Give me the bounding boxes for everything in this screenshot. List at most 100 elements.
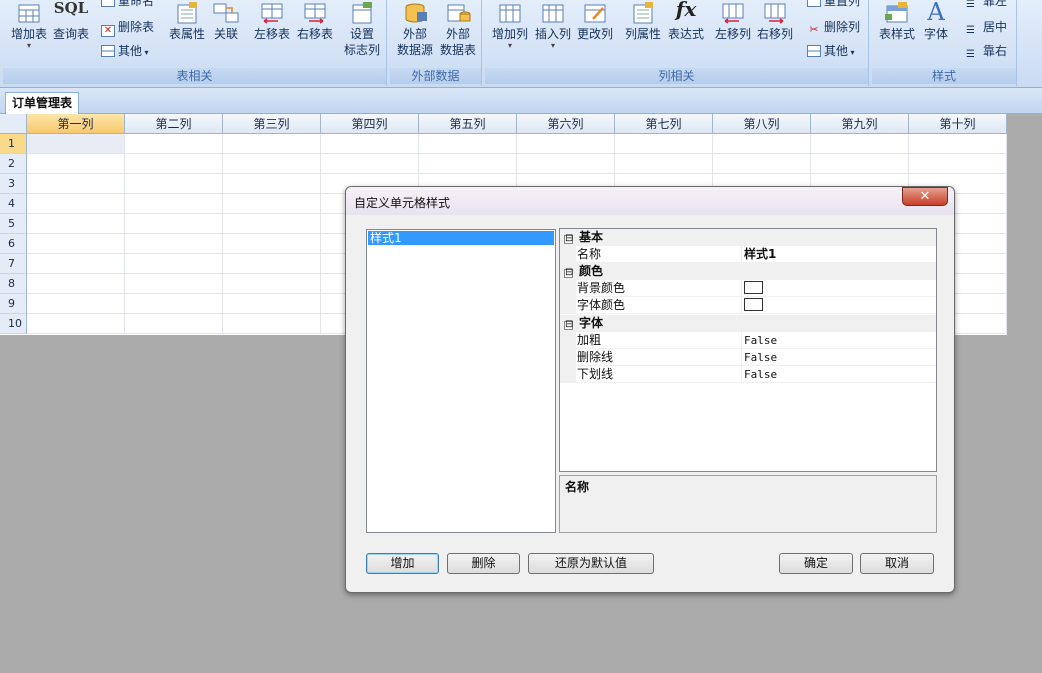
table-style-button[interactable]: 表样式 — [876, 0, 918, 42]
grid-cell[interactable] — [321, 134, 419, 154]
reset-column-button[interactable]: 重置列 — [807, 0, 860, 10]
collapse-icon[interactable]: ⊟ — [564, 320, 573, 330]
grid-cell[interactable] — [125, 214, 223, 234]
column-header[interactable]: 第四列 — [321, 114, 419, 134]
delete-table-button[interactable]: ✕ 删除表 — [101, 18, 154, 37]
grid-cell[interactable] — [27, 154, 125, 174]
move-table-left-button[interactable]: 左移表 — [253, 0, 291, 42]
grid-cell[interactable] — [125, 314, 223, 334]
move-column-right-button[interactable]: 右移列 — [755, 0, 795, 42]
insert-column-button[interactable]: 插入列 ▾ — [532, 0, 574, 50]
table-props-button[interactable]: 表属性 — [166, 0, 208, 42]
change-column-button[interactable]: 更改列 — [574, 0, 616, 42]
grid-cell[interactable] — [223, 274, 321, 294]
grid-cell[interactable] — [223, 174, 321, 194]
grid-cell[interactable] — [125, 294, 223, 314]
grid-cell[interactable] — [27, 194, 125, 214]
grid-cell[interactable] — [27, 234, 125, 254]
ok-button[interactable]: 确定 — [779, 553, 853, 574]
query-table-button[interactable]: SQL 查询表 — [51, 0, 91, 42]
grid-cell[interactable] — [125, 134, 223, 154]
grid-cell[interactable] — [27, 314, 125, 334]
column-header[interactable]: 第一列 — [27, 114, 125, 134]
property-row-underline[interactable]: 下划线 False — [560, 366, 936, 383]
grid-cell[interactable] — [223, 314, 321, 334]
grid-cell[interactable] — [419, 134, 517, 154]
external-source-button[interactable]: 外部 数据源 — [394, 0, 436, 58]
category-color[interactable]: ⊟ 颜色 — [560, 263, 936, 280]
row-header[interactable]: 9 — [0, 294, 27, 314]
column-header[interactable]: 第五列 — [419, 114, 517, 134]
move-column-left-button[interactable]: 左移列 — [713, 0, 753, 42]
grid-cell[interactable] — [125, 234, 223, 254]
property-value[interactable]: 样式1 — [741, 246, 936, 263]
row-header[interactable]: 2 — [0, 154, 27, 174]
grid-cell[interactable] — [125, 174, 223, 194]
grid-cell[interactable] — [909, 154, 1007, 174]
grid-cell[interactable] — [223, 254, 321, 274]
close-button[interactable]: ✕ — [902, 187, 948, 206]
reset-default-button[interactable]: 还原为默认值 — [528, 553, 654, 574]
delete-button[interactable]: 删除 — [447, 553, 520, 574]
font-color-swatch[interactable] — [744, 298, 763, 311]
row-header[interactable]: 7 — [0, 254, 27, 274]
delete-column-button[interactable]: ✂ 删除列 — [807, 18, 860, 36]
background-color-swatch[interactable] — [744, 281, 763, 294]
property-row-font-color[interactable]: 字体颜色 — [560, 297, 936, 314]
grid-cell[interactable] — [713, 154, 811, 174]
move-table-right-button[interactable]: 右移表 — [296, 0, 334, 42]
align-right-button[interactable]: ☰ 靠右 — [966, 42, 1007, 60]
table-other-button[interactable]: 其他 ▾ — [101, 42, 149, 60]
column-header[interactable]: 第八列 — [713, 114, 811, 134]
grid-cell[interactable] — [27, 214, 125, 234]
property-row-bold[interactable]: 加粗 False — [560, 332, 936, 349]
property-value[interactable] — [741, 297, 936, 314]
align-left-button[interactable]: ☰ 靠左 — [966, 0, 1007, 10]
column-header[interactable]: 第二列 — [125, 114, 223, 134]
grid-cell[interactable] — [27, 274, 125, 294]
row-header[interactable]: 3 — [0, 174, 27, 194]
style-list[interactable]: 样式1 — [366, 229, 556, 533]
column-header[interactable]: 第九列 — [811, 114, 909, 134]
grid-cell[interactable] — [615, 134, 713, 154]
grid-cell[interactable] — [27, 254, 125, 274]
grid-cell[interactable] — [223, 154, 321, 174]
row-header[interactable]: 10 — [0, 314, 27, 334]
relation-button[interactable]: 关联 — [211, 0, 241, 42]
expression-button[interactable]: fx 表达式 — [665, 0, 707, 42]
cancel-button[interactable]: 取消 — [860, 553, 934, 574]
column-header[interactable]: 第十列 — [909, 114, 1007, 134]
row-header[interactable]: 4 — [0, 194, 27, 214]
font-button[interactable]: A 字体 — [920, 0, 952, 42]
column-header[interactable]: 第七列 — [615, 114, 713, 134]
grid-cell[interactable] — [125, 274, 223, 294]
column-props-button[interactable]: 列属性 — [622, 0, 664, 42]
dialog-titlebar[interactable]: 自定义单元格样式 ✕ — [346, 187, 954, 215]
align-center-button[interactable]: ☰ 居中 — [966, 18, 1007, 36]
property-grid[interactable]: ⊟ 基本 名称 样式1 ⊟ 颜色 背景颜色 字体颜色 ⊟ 字体 加粗 False 删除线 F… — [559, 228, 937, 472]
grid-cell[interactable] — [517, 154, 615, 174]
grid-cell[interactable] — [811, 154, 909, 174]
grid-cell[interactable] — [223, 294, 321, 314]
grid-cell[interactable] — [419, 154, 517, 174]
grid-cell[interactable] — [27, 294, 125, 314]
grid-cell[interactable] — [223, 234, 321, 254]
grid-cell[interactable] — [223, 194, 321, 214]
grid-cell[interactable] — [321, 154, 419, 174]
grid-cell[interactable] — [223, 214, 321, 234]
grid-cell[interactable] — [811, 134, 909, 154]
rename-button[interactable]: 重命名 — [101, 0, 154, 10]
property-value[interactable]: False — [741, 349, 936, 366]
property-value[interactable]: False — [741, 366, 936, 383]
set-flag-column-button[interactable]: 设置 标志列 — [342, 0, 382, 58]
property-value[interactable]: False — [741, 332, 936, 349]
category-font[interactable]: ⊟ 字体 — [560, 315, 936, 332]
property-row-strikethrough[interactable]: 删除线 False — [560, 349, 936, 366]
grid-cell[interactable] — [713, 134, 811, 154]
grid-cell[interactable] — [909, 134, 1007, 154]
grid-cell[interactable] — [615, 154, 713, 174]
tab-order-management[interactable]: 订单管理表 — [5, 92, 80, 114]
grid-cell[interactable] — [125, 254, 223, 274]
list-item[interactable]: 样式1 — [368, 231, 554, 245]
collapse-icon[interactable]: ⊟ — [564, 234, 573, 244]
